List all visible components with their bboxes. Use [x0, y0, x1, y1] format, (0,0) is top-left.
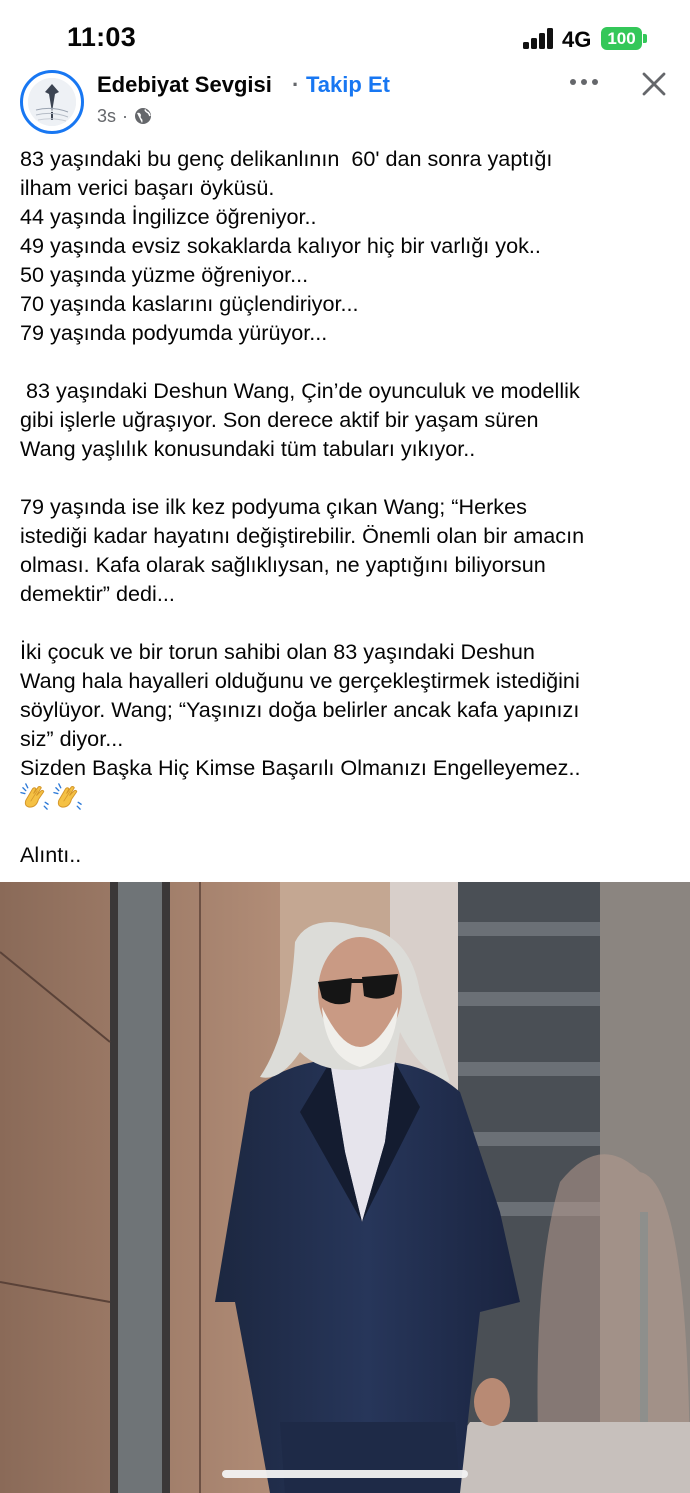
clapping-hands-icon [53, 783, 82, 810]
post-line: olması. Kafa olarak sağlıklıysan, ne yap… [20, 552, 546, 577]
post-line: 49 yaşında evsiz sokaklarda kalıyor hiç … [20, 233, 541, 258]
post-line: 44 yaşında İngilizce öğreniyor.. [20, 204, 317, 229]
post-line: gibi işlerle uğraşıyor. Son derece aktif… [20, 407, 539, 432]
page-name[interactable]: Edebiyat Sevgisi [97, 72, 272, 98]
post-photo[interactable] [0, 882, 690, 1493]
post-body: 83 yaşındaki bu genç delikanlının 60' da… [20, 144, 680, 869]
network-type: 4G [562, 27, 592, 52]
cellular-signal-icon [523, 28, 555, 49]
post-line: 83 yaşındaki Deshun Wang, Çin’de oyuncul… [20, 378, 580, 403]
close-icon[interactable] [641, 71, 667, 97]
post-line [20, 463, 680, 492]
home-indicator[interactable] [222, 1470, 468, 1478]
follow-button[interactable]: Takip Et [306, 72, 390, 98]
avatar-image [28, 78, 76, 126]
page-avatar[interactable] [20, 70, 84, 134]
post-line: demektir” dedi... [20, 581, 175, 606]
globe-icon [135, 108, 152, 124]
photo-elderly-man-in-suit [0, 882, 690, 1493]
post-timestamp[interactable]: 3s [97, 106, 116, 127]
status-time: 11:03 [67, 22, 137, 52]
post-line: 83 yaşındaki bu genç delikanlının 60' da… [20, 146, 553, 171]
post-line: Wang hala hayalleri olduğunu ve gerçekle… [20, 668, 580, 693]
post-line: 79 yaşında ise ilk kez podyuma çıkan Wan… [20, 494, 527, 519]
post-closing: Alıntı.. [20, 842, 82, 867]
status-bar: 11:03 4G 100 [0, 0, 690, 72]
emoji-row [20, 782, 680, 811]
post-line: 70 yaşında kaslarını güçlendiriyor... [20, 291, 359, 316]
post-line [20, 347, 680, 376]
post-line: 79 yaşında podyumda yürüyor... [20, 320, 328, 345]
post-line: 50 yaşında yüzme öğreniyor... [20, 262, 309, 287]
post-line: Sizden Başka Hiç Kimse Başarılı Olmanızı… [20, 755, 581, 780]
post-meta: 3s · [97, 104, 152, 128]
post-line: İki çocuk ve bir torun sahibi olan 83 ya… [20, 639, 535, 664]
more-options-icon[interactable] [569, 77, 599, 87]
battery-tip [643, 34, 647, 43]
meta-separator: · [122, 105, 129, 126]
name-separator: · [292, 72, 300, 97]
post-line: siz” diyor... [20, 726, 124, 751]
post-line: ilham verici başarı öyküsü. [20, 175, 275, 200]
battery-level: 100 [607, 29, 636, 48]
post-line: Wang yaşlılık konusundaki tüm tabuları y… [20, 436, 476, 461]
post-line [20, 608, 680, 637]
clapping-hands-icon [20, 783, 49, 810]
battery-icon: 100 [601, 27, 642, 50]
post-line: istediği kadar hayatını değiştirebilir. … [20, 523, 585, 548]
post-line [20, 811, 680, 840]
post-line: söylüyor. Wang; “Yaşınızı doğa belirler … [20, 697, 580, 722]
